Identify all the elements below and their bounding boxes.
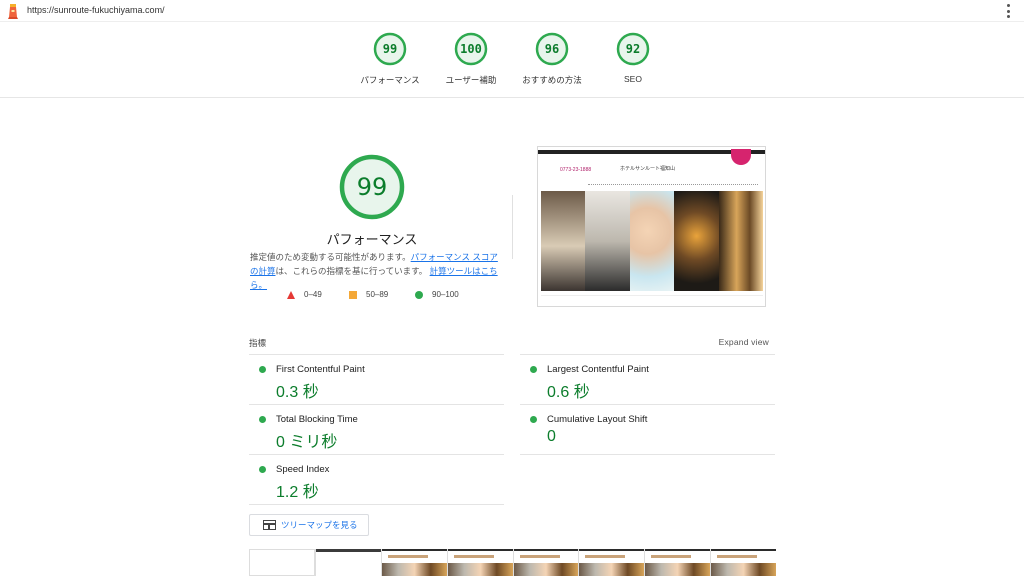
page-url: https://sunroute-fukuchiyama.com/: [27, 5, 165, 15]
kebab-menu-icon[interactable]: [1006, 4, 1010, 18]
desc-text: 推定値のため変動する可能性があります。: [250, 252, 411, 262]
gauge-score: 100: [460, 42, 482, 56]
gauge-performance[interactable]: 99 パフォーマンス: [345, 32, 435, 86]
desc-text: は、これらの指標を基に行っています。: [275, 266, 428, 276]
score-summary: 99 パフォーマンス 100 ユーザー補助 96 おすすめの方法 92 SEO: [0, 22, 1024, 98]
performance-score: 99: [356, 173, 388, 201]
view-treemap-button[interactable]: ツリーマップを見る: [249, 514, 369, 536]
pass-dot-icon: [530, 366, 537, 373]
filmstrip-frame: [314, 549, 381, 576]
divider: [520, 404, 775, 405]
performance-gauge: 99: [338, 153, 406, 221]
metric-speed-index: Speed Index 1.2 秒: [249, 456, 499, 504]
gauge-seo[interactable]: 92 SEO: [588, 32, 678, 84]
metric-fcp: First Contentful Paint 0.3 秒: [249, 356, 499, 404]
treemap-label: ツリーマップを見る: [281, 520, 358, 530]
expand-view-toggle[interactable]: Expand view: [719, 337, 769, 347]
legend-pass: 90–100: [415, 290, 459, 299]
gauge-label: ユーザー補助: [445, 75, 497, 85]
gauge-score: 96: [544, 42, 560, 56]
pass-dot-icon: [259, 416, 266, 423]
gauge-score: 92: [625, 42, 641, 56]
legend-label: 50–89: [366, 290, 389, 299]
metric-value: 1.2 秒: [276, 484, 319, 501]
photo-guests: [629, 191, 675, 291]
metric-name: Speed Index: [276, 464, 330, 475]
photo-room: [541, 191, 586, 291]
metric-value: 0.3 秒: [276, 384, 319, 401]
gauge-accessibility[interactable]: 100 ユーザー補助: [426, 32, 516, 86]
screenshot-hotel-name: ホテルサンルート福知山: [620, 166, 676, 172]
metric-value: 0: [547, 428, 556, 445]
divider: [249, 404, 504, 405]
gauge-best-practices[interactable]: 96 おすすめの方法: [507, 32, 597, 86]
filmstrip: [249, 549, 776, 576]
triangle-icon: [287, 290, 295, 299]
performance-title: パフォーマンス: [326, 232, 418, 247]
metrics-header: 指標: [249, 338, 267, 348]
photo-food: [674, 191, 719, 291]
screenshot-nav: [588, 184, 758, 187]
performance-description: 推定値のため変動する可能性があります。パフォーマンス スコアの計算は、これらの指…: [250, 250, 500, 292]
metric-lcp: Largest Contentful Paint 0.6 秒: [520, 356, 770, 404]
metric-tbt: Total Blocking Time 0 ミリ秒: [249, 406, 499, 454]
metric-name: First Contentful Paint: [276, 364, 365, 375]
square-icon: [349, 290, 357, 299]
gauge-score: 99: [382, 42, 398, 56]
treemap-icon: [263, 520, 276, 530]
circle-icon: [415, 290, 423, 299]
legend-average: 50–89: [349, 290, 388, 299]
pass-dot-icon: [530, 416, 537, 423]
divider: [249, 504, 504, 505]
divider: [520, 454, 775, 455]
url-bar: https://sunroute-fukuchiyama.com/: [0, 0, 1024, 22]
filmstrip-frame: [446, 549, 513, 576]
lighthouse-icon: [8, 4, 18, 19]
gauge-label: SEO: [624, 74, 642, 84]
screenshot-footline: [541, 295, 763, 296]
divider: [249, 354, 504, 355]
metric-name: Total Blocking Time: [276, 414, 358, 425]
pass-dot-icon: [259, 366, 266, 373]
divider: [520, 354, 775, 355]
filmstrip-frame: [512, 549, 579, 576]
photo-lobby: [585, 191, 630, 291]
legend-label: 0–49: [304, 290, 322, 299]
metric-name: Cumulative Layout Shift: [547, 414, 648, 425]
metric-value: 0.6 秒: [547, 384, 590, 401]
gauge-label: おすすめの方法: [522, 75, 582, 85]
gauge-label: パフォーマンス: [360, 75, 420, 85]
screenshot-badge: [731, 149, 751, 165]
photo-interior: [718, 191, 764, 291]
legend-fail: 0–49: [287, 290, 322, 299]
filmstrip-frame: [380, 549, 447, 576]
screenshot-photos: [541, 191, 764, 291]
legend-label: 90–100: [432, 290, 459, 299]
screenshot-phone: 0773-23-1888: [560, 167, 592, 173]
metric-value: 0 ミリ秒: [276, 434, 338, 451]
divider: [249, 454, 504, 455]
metric-name: Largest Contentful Paint: [547, 364, 649, 375]
filmstrip-frame: [710, 549, 776, 576]
filmstrip-frame: [249, 549, 315, 576]
divider: [512, 195, 513, 259]
pass-dot-icon: [259, 466, 266, 473]
filmstrip-frame: [578, 549, 645, 576]
final-screenshot[interactable]: 0773-23-1888 ホテルサンルート福知山: [537, 146, 766, 307]
metric-cls: Cumulative Layout Shift 0: [520, 406, 770, 454]
filmstrip-frame: [644, 549, 711, 576]
